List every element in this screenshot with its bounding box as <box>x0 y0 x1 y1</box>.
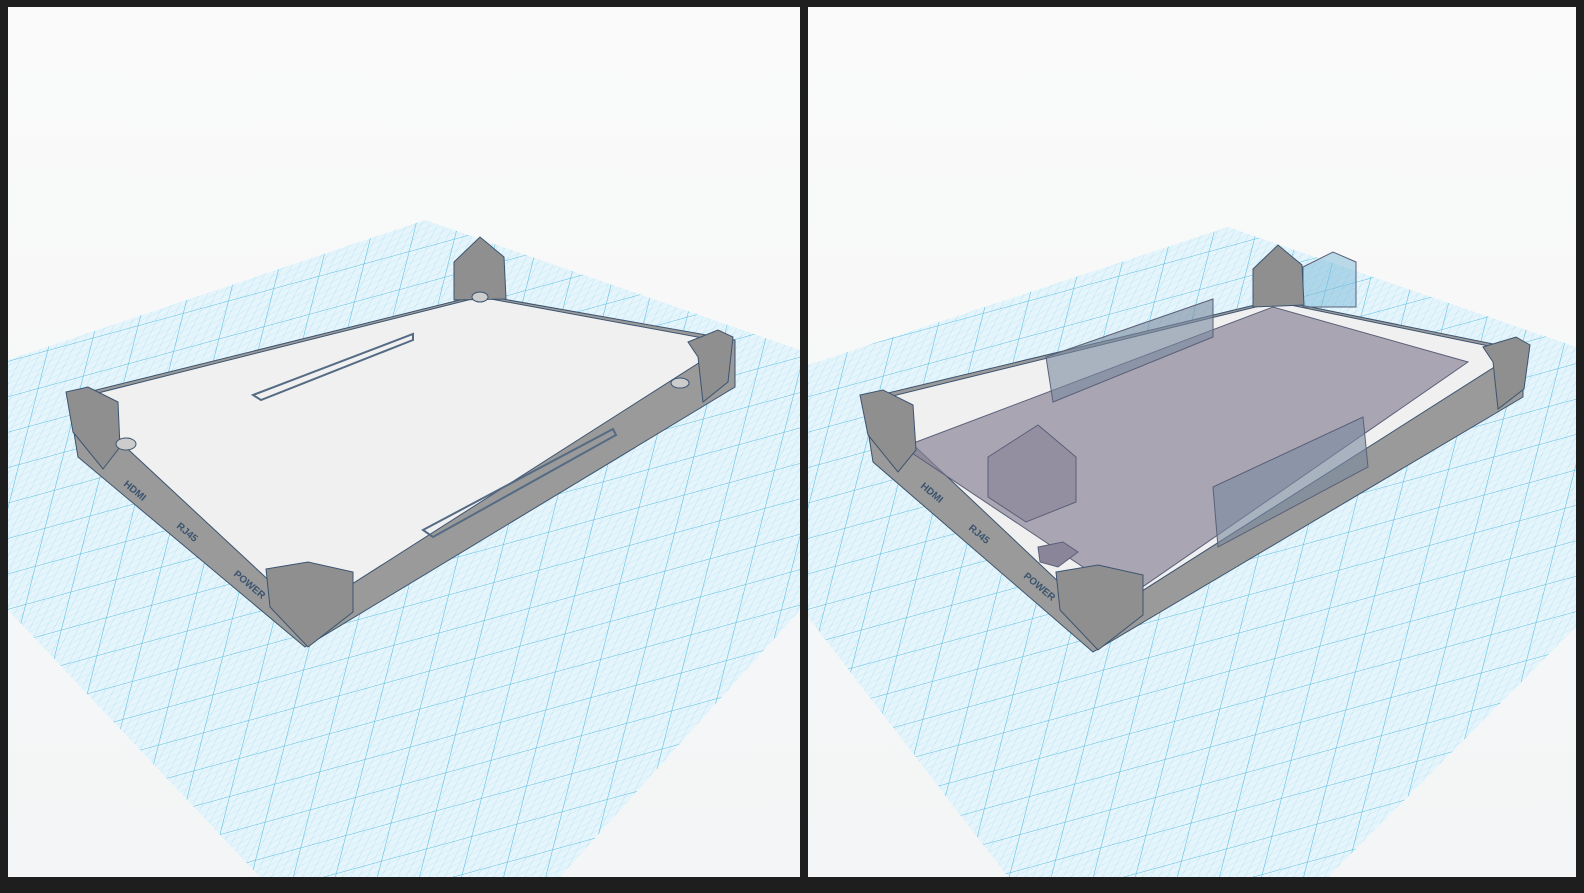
standoff <box>115 437 137 451</box>
viewport-left[interactable]: HDMI RJ45 POWER <box>8 7 800 877</box>
scene-case-with-board: HDMI RJ45 POWER <box>808 227 1576 877</box>
scene-case-base: HDMI RJ45 POWER <box>8 220 800 877</box>
standoff <box>471 291 489 303</box>
viewport-right[interactable]: HDMI RJ45 POWER <box>808 7 1576 877</box>
standoff <box>670 377 690 389</box>
